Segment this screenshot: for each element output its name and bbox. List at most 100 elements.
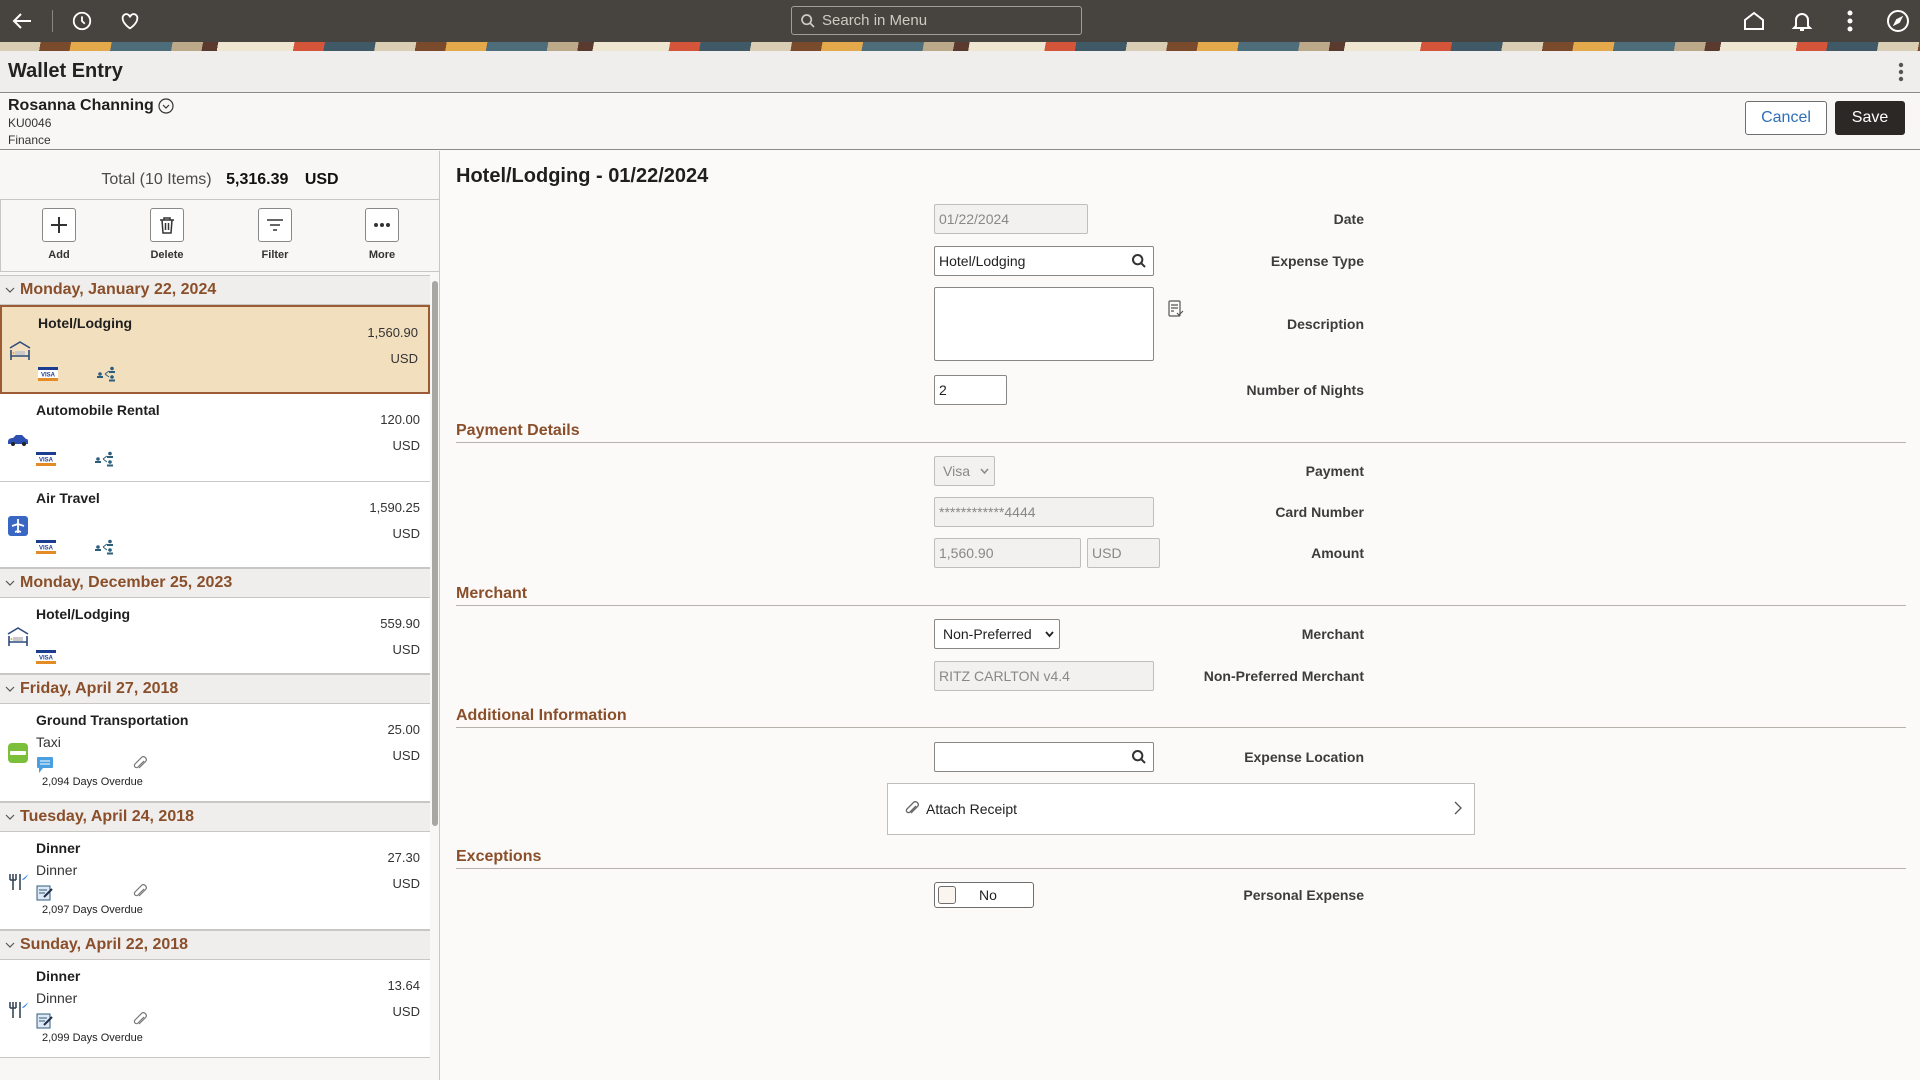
date-group-label: Monday, December 25, 2023 <box>20 574 233 591</box>
expense-location-input[interactable] <box>934 742 1154 772</box>
taxi-icon <box>8 743 28 763</box>
list-item[interactable]: Automobile Rental 120.00 USD VISA <box>0 394 430 482</box>
visa-card-icon: VISA <box>36 540 56 554</box>
list-item[interactable]: Dinner Dinner 13.64 USD 2,099 Days Overd… <box>0 960 430 1058</box>
list-item[interactable]: Dinner Dinner 27.30 USD 2,097 Days Overd… <box>0 832 430 930</box>
search-icon[interactable] <box>1131 749 1147 765</box>
date-group-header[interactable]: Friday, April 27, 2018 <box>0 674 430 704</box>
chevron-down-icon <box>5 686 15 692</box>
merchant-select[interactable]: Non-Preferred <box>934 619 1060 649</box>
more-dots-icon <box>374 223 390 227</box>
filter-label: Filter <box>261 249 289 261</box>
expense-list: Monday, January 22, 2024 Hotel/Lodging 1… <box>0 275 430 1058</box>
card-number-label: Card Number <box>1275 504 1364 520</box>
amount-row: Amount 1,560.90 USD <box>441 538 1920 568</box>
list-toolbar: Add Delete Filter More <box>0 199 439 272</box>
item-amount: 1,590.25 <box>369 500 420 515</box>
visa-card-icon: VISA <box>36 452 56 466</box>
item-amount: 120.00 <box>380 412 420 427</box>
scrollbar-thumb[interactable] <box>432 281 438 826</box>
split-allocation-icon <box>97 366 115 382</box>
home-button[interactable] <box>1740 7 1768 35</box>
item-name: Hotel/Lodging <box>36 606 131 622</box>
delete-label: Delete <box>150 249 184 261</box>
search-icon <box>801 13 815 28</box>
date-group-header[interactable]: Monday, December 25, 2023 <box>0 568 430 598</box>
hotel-bed-icon <box>7 627 29 646</box>
list-item[interactable]: Hotel/Lodging 1,560.90 USD VISA <box>0 305 430 394</box>
favorites-heart-icon <box>121 13 139 30</box>
back-arrow-icon <box>12 13 31 29</box>
description-row: Description <box>441 287 1920 361</box>
car-icon <box>8 435 28 446</box>
attach-receipt-label: Attach Receipt <box>926 801 1018 817</box>
item-amount: 559.90 <box>380 616 420 631</box>
additional-information-section-header: Additional Information <box>456 707 1906 728</box>
merchant-row: Merchant Non-Preferred <box>441 619 1920 649</box>
expense-detail-panel: Hotel/Lodging - 01/22/2024 Date 01/22/20… <box>441 151 1920 1080</box>
employee-name-group[interactable]: Rosanna Channing <box>8 97 174 115</box>
favorites-button[interactable] <box>116 7 144 35</box>
description-label: Description <box>1286 316 1364 332</box>
svg-text:VISA: VISA <box>39 458 54 464</box>
date-group-label: Sunday, April 22, 2018 <box>20 936 189 953</box>
personal-expense-toggle[interactable]: No <box>934 882 1034 908</box>
item-currency: USD <box>390 351 418 366</box>
date-group-header[interactable]: Monday, January 22, 2024 <box>0 275 430 305</box>
recent-places-button[interactable] <box>68 7 96 35</box>
overdue-label: 2,097 Days Overdue <box>42 904 143 916</box>
merchant-label: Merchant <box>1301 626 1364 642</box>
list-item[interactable]: Hotel/Lodging 559.90 USD VISA <box>0 598 430 674</box>
cancel-button[interactable]: Cancel <box>1745 101 1827 135</box>
expense-type-input[interactable]: Hotel/Lodging <box>934 246 1154 276</box>
actions-menu-button[interactable] <box>1836 7 1864 35</box>
paperclip-icon <box>905 801 919 814</box>
save-button[interactable]: Save <box>1835 101 1905 135</box>
item-currency: USD <box>392 438 420 453</box>
back-button[interactable] <box>8 7 36 35</box>
spell-check-icon[interactable] <box>1168 300 1184 318</box>
list-item[interactable]: Ground Transportation Taxi 25.00 USD 2,0… <box>0 704 430 802</box>
search-icon[interactable] <box>1131 253 1147 269</box>
divider <box>52 10 53 32</box>
amount-field: 1,560.90 <box>934 538 1081 568</box>
split-allocation-icon <box>95 539 113 555</box>
page-title: Wallet Entry <box>8 60 123 82</box>
chevron-down-icon <box>5 287 15 293</box>
list-item[interactable]: Air Travel 1,590.25 USD VISA <box>0 482 430 568</box>
visa-card-icon: VISA <box>38 367 58 381</box>
filter-button[interactable]: Filter <box>245 208 305 261</box>
date-group-header[interactable]: Sunday, April 22, 2018 <box>0 930 430 960</box>
dining-utensils-icon <box>9 874 28 890</box>
more-button[interactable]: More <box>352 208 412 261</box>
date-group-header[interactable]: Tuesday, April 24, 2018 <box>0 802 430 832</box>
attach-receipt-button[interactable]: Attach Receipt <box>887 783 1475 835</box>
navigator-button[interactable] <box>1884 7 1912 35</box>
chevron-right-icon <box>1454 801 1462 815</box>
expense-type-row: Expense Type Hotel/Lodging <box>441 246 1920 276</box>
kebab-menu-icon <box>1898 62 1904 82</box>
employee-id: KU0046 <box>8 116 52 130</box>
notifications-button[interactable] <box>1788 7 1816 35</box>
payment-details-section-header: Payment Details <box>456 422 1906 443</box>
list-scrollbar[interactable] <box>430 275 439 1080</box>
search-menu-input[interactable]: Search in Menu <box>791 6 1082 35</box>
non-preferred-merchant-field: RITZ CARLTON v4.4 <box>934 661 1154 691</box>
item-amount: 27.30 <box>387 850 420 865</box>
item-currency: USD <box>392 642 420 657</box>
description-textarea[interactable] <box>934 287 1154 361</box>
add-button[interactable]: Add <box>29 208 89 261</box>
delete-button[interactable]: Delete <box>137 208 197 261</box>
plus-icon <box>51 217 67 233</box>
svg-text:VISA: VISA <box>39 546 54 552</box>
chevron-down-circle-icon[interactable] <box>158 98 174 114</box>
personal-expense-row: Personal Expense <box>441 880 1920 910</box>
total-currency: USD <box>304 171 339 188</box>
item-name: Dinner <box>36 840 81 856</box>
expense-location-label: Expense Location <box>1244 749 1364 765</box>
more-label: More <box>368 249 396 261</box>
card-number-field: ************4444 <box>934 497 1154 527</box>
nights-input[interactable]: 2 <box>934 375 1007 405</box>
page-actions-button[interactable] <box>1898 62 1904 87</box>
item-name: Hotel/Lodging <box>38 315 133 331</box>
